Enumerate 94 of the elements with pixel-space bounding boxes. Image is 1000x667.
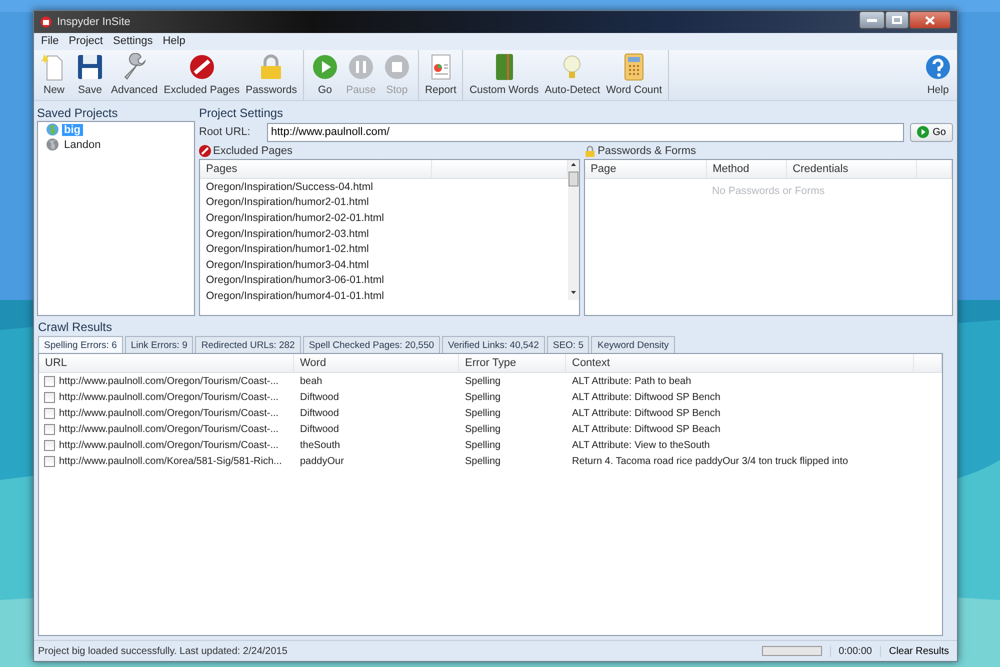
toolbar-button[interactable]: Advanced	[108, 50, 161, 100]
section-title: Saved Projects	[37, 104, 119, 121]
menu-item[interactable]: File	[36, 33, 64, 50]
list-item[interactable]: Oregon/Inspiration/humor3-04.html	[200, 256, 568, 273]
table-cell: ALT Attribute: Path to beah	[572, 376, 692, 386]
close-icon	[925, 16, 935, 24]
section-title: Project Settings	[199, 104, 284, 121]
toolbar-button[interactable]: Auto-Detect	[542, 50, 604, 100]
table-cell: Spelling	[465, 424, 501, 434]
column-header[interactable]: Context	[566, 354, 914, 372]
checkbox[interactable]	[44, 456, 55, 466]
elapsed-time: 0:00:00	[830, 646, 881, 656]
table-cell: ALT Attribute: View to theSouth	[572, 440, 710, 450]
minimize-icon	[867, 18, 877, 22]
list-item[interactable]: Oregon/Inspiration/humor4-01-01.html	[200, 288, 568, 304]
column-header[interactable]: Word	[294, 354, 459, 372]
panel-title: Passwords & Forms	[598, 145, 696, 157]
table-cell: http://www.paulnoll.com/Oregon/Tourism/Coast-...	[59, 440, 279, 450]
padlock-icon	[584, 145, 596, 157]
table-cell: ALT Attribute: Diftwood SP Bench	[572, 408, 720, 418]
menu-item[interactable]: Settings	[108, 33, 158, 50]
list-item[interactable]: Oregon/Inspiration/humor2-03.html	[200, 226, 568, 242]
list-item[interactable]: Oregon/Inspiration/humor1-02.html	[200, 241, 568, 257]
toolbar-button[interactable]: Excluded Pages	[160, 50, 243, 100]
table-cell: Diftwood	[300, 424, 339, 434]
table-cell: Return 4. Tacoma road rice paddyOur 3/4 ton truck flipped into	[572, 456, 848, 466]
table-cell: beah	[300, 376, 322, 386]
url-field[interactable]: http://www.paulnoll.com/	[267, 122, 904, 142]
toolbar-button[interactable]: Word Count	[603, 50, 666, 100]
menu-item[interactable]: Project	[64, 33, 108, 50]
tree-item[interactable]: Landon	[62, 138, 103, 150]
globe-icon	[46, 138, 59, 151]
column-header[interactable]: Credentials	[786, 160, 917, 178]
tab[interactable]: Verified Links: 40,542	[442, 336, 545, 353]
table-cell: http://www.paulnoll.com/Oregon/Tourism/Coast-...	[59, 376, 279, 386]
menu-item[interactable]: Help	[158, 33, 190, 50]
table-cell: ALT Attribute: Diftwood SP Bench	[572, 392, 720, 402]
globe-icon	[46, 123, 59, 136]
panel-title: Excluded Pages	[213, 145, 292, 157]
tab[interactable]: SEO: 5	[546, 336, 590, 353]
tab[interactable]: Spelling Errors: 6	[38, 336, 123, 353]
table-cell: Diftwood	[300, 392, 339, 402]
table-cell: http://www.paulnoll.com/Korea/581-Sig/581-Rich...	[59, 456, 282, 466]
toolbar-button[interactable]: Report	[422, 50, 460, 100]
toolbar-button[interactable]: New	[36, 50, 72, 100]
table-cell: Spelling	[465, 456, 501, 466]
tab[interactable]: Keyword Density	[591, 336, 675, 353]
table-cell: Spelling	[465, 376, 501, 386]
table-cell: Spelling	[465, 440, 501, 450]
table-cell: Diftwood	[300, 408, 339, 418]
table-cell: Spelling	[465, 392, 501, 402]
checkbox[interactable]	[44, 408, 55, 418]
empty-message: No Passwords or Forms	[710, 185, 826, 197]
prohibited-icon	[199, 145, 211, 157]
checkbox[interactable]	[44, 376, 55, 386]
close-button[interactable]	[909, 11, 951, 29]
column-header[interactable]: URL	[39, 354, 294, 372]
go-button[interactable]: Go	[910, 122, 953, 142]
list-item[interactable]: Oregon/Inspiration/humor3-06-01.html	[200, 272, 568, 288]
column-header[interactable]: Page	[584, 160, 707, 178]
help-button[interactable]: Help	[921, 50, 955, 100]
play-icon	[916, 126, 929, 138]
column-header[interactable]: Method	[706, 160, 787, 178]
list-item[interactable]: Oregon/Inspiration/humor2-02-01.html	[200, 210, 568, 226]
status-message: Project big loaded successfully. Last updated: 2/24/2015	[38, 646, 288, 656]
checkbox[interactable]	[44, 440, 55, 450]
list-item[interactable]: Oregon/Inspiration/humor2-01.html	[200, 194, 568, 210]
clear-results-button[interactable]: Clear Results	[880, 646, 953, 656]
tab[interactable]: Link Errors: 9	[124, 336, 194, 353]
app-icon	[40, 16, 52, 28]
toolbar-button[interactable]: Custom Words	[466, 50, 542, 100]
window-title: Inspyder InSite	[57, 16, 132, 28]
table-cell: paddyOur	[300, 456, 344, 466]
checkbox[interactable]	[44, 424, 55, 434]
table-cell: theSouth	[300, 440, 340, 450]
table-cell: http://www.paulnoll.com/Oregon/Tourism/Coast-...	[59, 424, 279, 434]
toolbar-button[interactable]: Save	[72, 50, 108, 100]
field-label: Root URL:	[199, 126, 252, 138]
section-title: Crawl Results	[38, 318, 114, 335]
checkbox[interactable]	[44, 392, 55, 402]
maximize-button[interactable]	[885, 11, 909, 29]
tab[interactable]: Spell Checked Pages: 20,550	[302, 336, 440, 353]
maximize-icon	[892, 16, 902, 24]
minimize-button[interactable]	[859, 11, 885, 29]
tab[interactable]: Redirected URLs: 282	[195, 336, 301, 353]
table-cell: http://www.paulnoll.com/Oregon/Tourism/Coast-...	[59, 392, 279, 402]
help-icon	[924, 53, 952, 81]
toolbar-button[interactable]: Passwords	[242, 50, 300, 100]
table-cell: Spelling	[465, 408, 501, 418]
list-item[interactable]: Oregon/Inspiration/Success-04.html	[200, 179, 568, 195]
toolbar-button[interactable]: Go	[306, 50, 343, 100]
table-cell: http://www.paulnoll.com/Oregon/Tourism/Coast-...	[59, 408, 279, 418]
column-header[interactable]: Error Type	[459, 354, 566, 372]
table-cell: ALT Attribute: Diftwood SP Beach	[572, 424, 720, 434]
